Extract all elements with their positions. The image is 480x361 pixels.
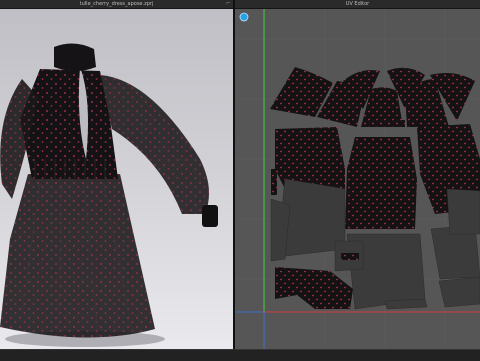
3d-viewport[interactable] — [0, 9, 233, 349]
uv-bodice-front — [345, 137, 417, 229]
status-bar — [0, 349, 480, 361]
pin-icon[interactable]: ⌐ — [226, 1, 232, 7]
garment-avatar-render — [0, 43, 218, 347]
viewport-title-bar: tulle_cherry_dress_apose.zprj — [0, 0, 233, 9]
uv-editor-title: UV Editor — [345, 1, 370, 7]
viewport-file-title: tulle_cherry_dress_apose.zprj — [79, 1, 154, 7]
uv-sleeve-pieces — [270, 67, 475, 127]
gizmo-icon[interactable] — [239, 12, 249, 22]
sleeve-cuff — [202, 205, 218, 227]
uv-strip — [381, 120, 405, 127]
uv-skirt-strip — [275, 267, 353, 309]
uv-editor-canvas[interactable] — [235, 9, 480, 349]
uv-layout — [235, 9, 480, 349]
high-collar — [54, 43, 96, 71]
uv-editor-title-bar: UV Editor — [235, 0, 480, 9]
